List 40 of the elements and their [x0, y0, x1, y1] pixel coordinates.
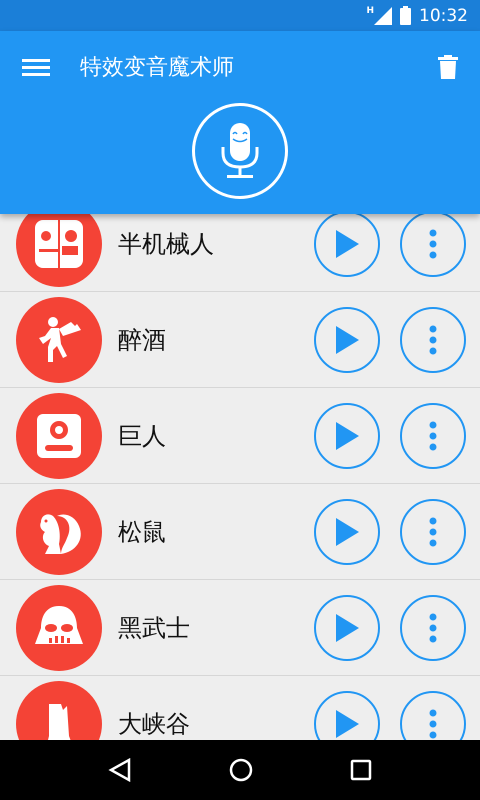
- back-icon[interactable]: [108, 758, 132, 782]
- play-icon: [334, 228, 360, 258]
- clock-time: 10:32: [419, 6, 468, 26]
- network-type: H: [366, 6, 374, 16]
- more-icon: [429, 612, 437, 642]
- play-button[interactable]: [314, 306, 380, 372]
- effect-name: 醉酒: [118, 324, 167, 356]
- record-button[interactable]: [192, 103, 288, 199]
- more-button[interactable]: [400, 498, 466, 564]
- more-icon: [429, 228, 437, 258]
- effect-name: 巨人: [118, 420, 167, 452]
- play-button[interactable]: [314, 498, 380, 564]
- play-button[interactable]: [314, 594, 380, 660]
- play-button[interactable]: [314, 402, 380, 468]
- play-icon: [334, 516, 360, 546]
- more-button[interactable]: [400, 594, 466, 660]
- home-icon[interactable]: [228, 758, 253, 782]
- more-icon: [429, 516, 437, 546]
- recents-icon[interactable]: [350, 759, 372, 781]
- play-button[interactable]: [314, 214, 380, 276]
- play-icon: [334, 324, 360, 354]
- effect-name: 半机械人: [118, 228, 215, 260]
- battery-icon: [400, 6, 411, 25]
- more-button[interactable]: [400, 402, 466, 468]
- signal-icon: [374, 6, 392, 24]
- play-icon: [334, 420, 360, 450]
- more-button[interactable]: [400, 306, 466, 372]
- play-icon: [334, 708, 360, 738]
- trash-icon[interactable]: [438, 55, 458, 79]
- more-icon: [429, 324, 437, 354]
- more-button[interactable]: [400, 214, 466, 276]
- effect-name: 大峡谷: [118, 708, 191, 740]
- smiling-microphone-icon: [220, 121, 260, 181]
- more-icon: [429, 420, 437, 450]
- effect-name: 松鼠: [118, 516, 167, 548]
- play-icon: [334, 612, 360, 642]
- effect-name: 黑武士: [118, 612, 191, 644]
- more-icon: [429, 708, 437, 738]
- menu-icon[interactable]: [22, 57, 50, 77]
- app-title: 特效变音魔术师: [80, 54, 235, 82]
